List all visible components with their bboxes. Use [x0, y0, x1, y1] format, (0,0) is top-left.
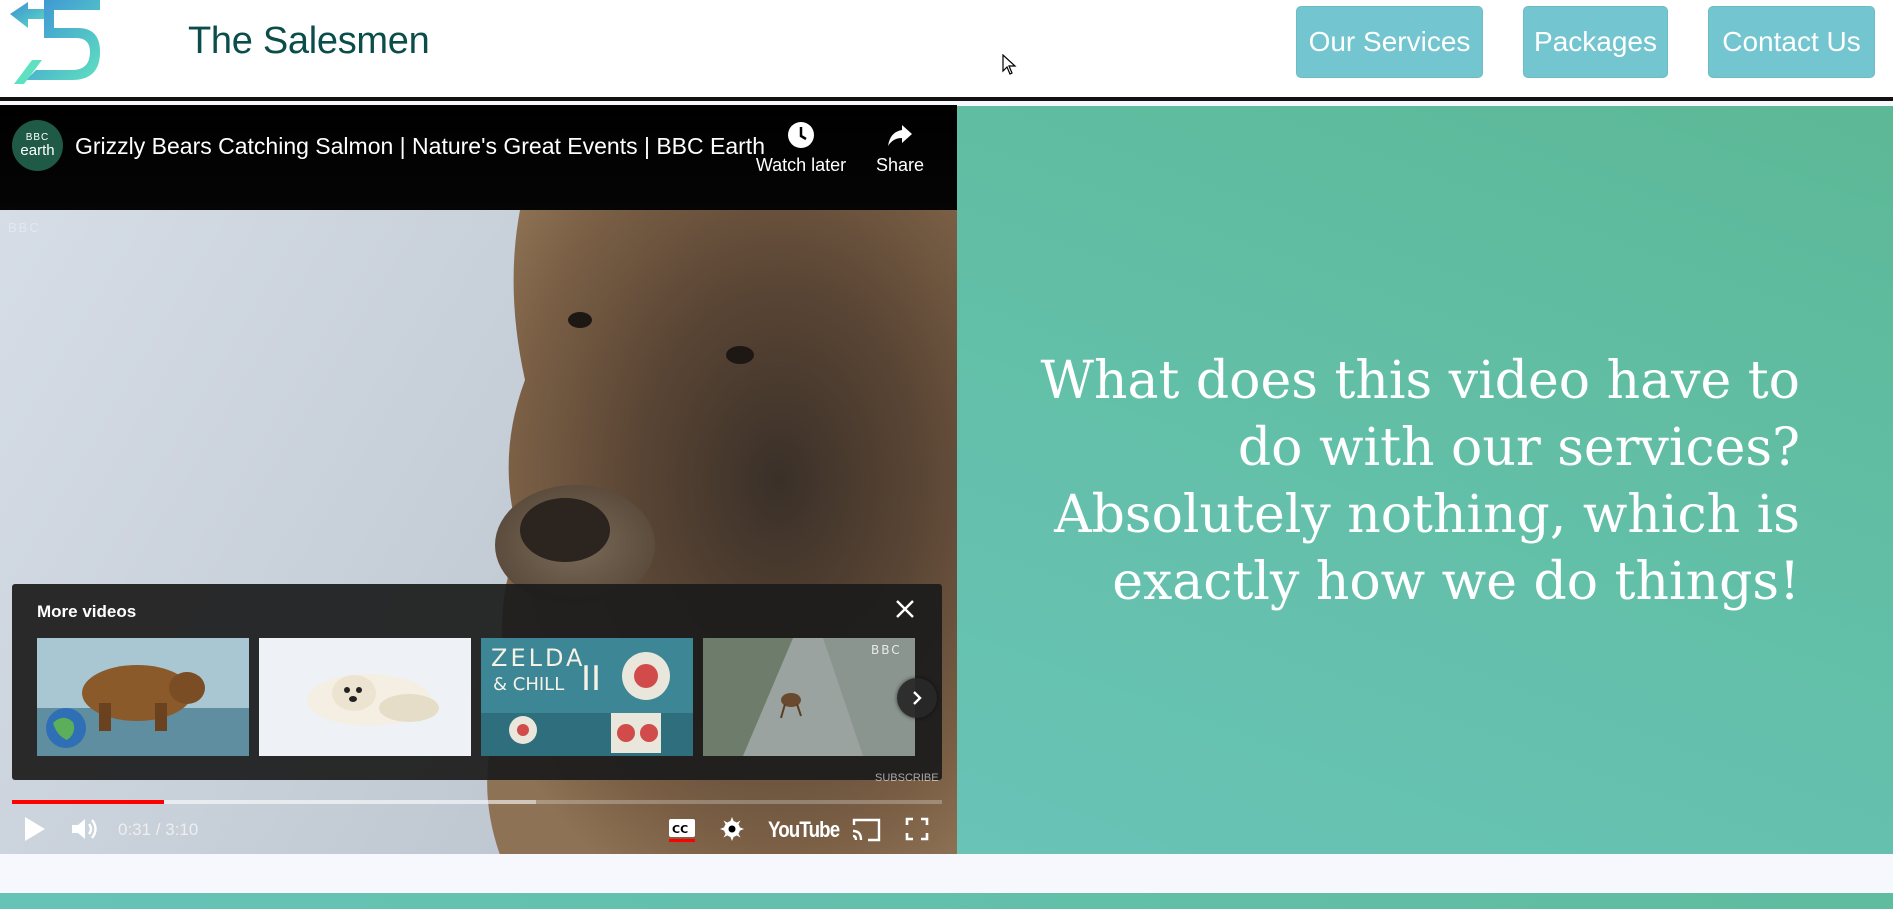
nav-packages-button[interactable]: Packages	[1523, 6, 1668, 78]
more-videos-panel: More videos ZELDA & CHILL II BBC	[12, 584, 942, 780]
promo-line-3: Absolutely nothing, which is	[1054, 485, 1800, 545]
video-time: 0:31 / 3:10	[118, 820, 199, 839]
nav-contact-us-button[interactable]: Contact Us	[1708, 6, 1875, 78]
svg-text:& CHILL: & CHILL	[493, 674, 564, 695]
close-icon[interactable]	[892, 596, 918, 622]
svg-text:ZELDA: ZELDA	[491, 644, 585, 672]
share-arrow-icon	[888, 125, 912, 146]
brown-bear-thumbnail[interactable]	[37, 638, 249, 756]
svg-text:II: II	[581, 659, 601, 699]
nav-our-services-button[interactable]: Our Services	[1296, 6, 1483, 78]
settings-gear-icon[interactable]	[719, 816, 745, 842]
svg-text:CC: CC	[672, 823, 688, 836]
watch-later-label: Watch later	[755, 155, 847, 175]
video-player[interactable]: BBC earth Grizzly Bears Catching Salmon …	[0, 105, 957, 854]
page: The Salesmen Our Services Packages Conta…	[0, 0, 1893, 909]
play-icon[interactable]	[22, 815, 48, 843]
youtube-logo[interactable]: YouTube	[768, 817, 840, 843]
promo-line-4: exactly how we do things!	[1112, 552, 1800, 612]
bbc-watermark: BBC	[8, 220, 41, 235]
thumbnail-bbc-badge: BBC	[871, 643, 902, 657]
video-title[interactable]: Grizzly Bears Catching Salmon | Nature's…	[75, 133, 765, 160]
captions-icon[interactable]: CC	[668, 818, 696, 842]
volume-icon[interactable]	[70, 815, 102, 843]
watch-later-button[interactable]: Watch later	[751, 121, 851, 176]
cast-icon[interactable]	[850, 817, 882, 843]
video-top-bar: BBC earth Grizzly Bears Catching Salmon …	[0, 105, 957, 210]
share-label: Share	[875, 155, 925, 175]
more-videos-next-button[interactable]	[897, 678, 937, 718]
channel-avatar[interactable]: BBC earth	[12, 120, 63, 171]
played-bar	[12, 800, 164, 804]
clock-icon	[788, 122, 814, 148]
salesmen-logo-icon[interactable]	[6, 0, 102, 84]
subscribe-watermark[interactable]: SUBSCRIBE	[875, 772, 939, 784]
chevron-right-icon	[913, 691, 922, 705]
share-button[interactable]: Share	[870, 121, 930, 176]
channel-avatar-bottom: earth	[20, 142, 55, 159]
brand-name[interactable]: The Salesmen	[188, 20, 430, 63]
site-header: The Salesmen Our Services Packages Conta…	[0, 0, 1893, 101]
more-videos-title: More videos	[37, 602, 137, 621]
next-section-edge	[0, 893, 1893, 909]
zelda-and-chill-thumbnail[interactable]: ZELDA & CHILL II	[481, 638, 693, 756]
mouse-cursor-icon	[1002, 54, 1017, 75]
fullscreen-icon[interactable]	[905, 817, 929, 841]
promo-text: What does this video have to do with our…	[1000, 348, 1800, 616]
polar-bear-thumbnail[interactable]	[259, 638, 471, 756]
video-progress-bar[interactable]	[12, 800, 942, 804]
video-controls: 0:31 / 3:10 CC YouTube	[0, 805, 957, 854]
goat-on-dam-thumbnail[interactable]: BBC	[703, 638, 915, 756]
promo-line-2: do with our services?	[1237, 418, 1800, 478]
promo-line-1: What does this video have to	[1040, 351, 1800, 411]
promo-panel: What does this video have to do with our…	[957, 106, 1893, 854]
